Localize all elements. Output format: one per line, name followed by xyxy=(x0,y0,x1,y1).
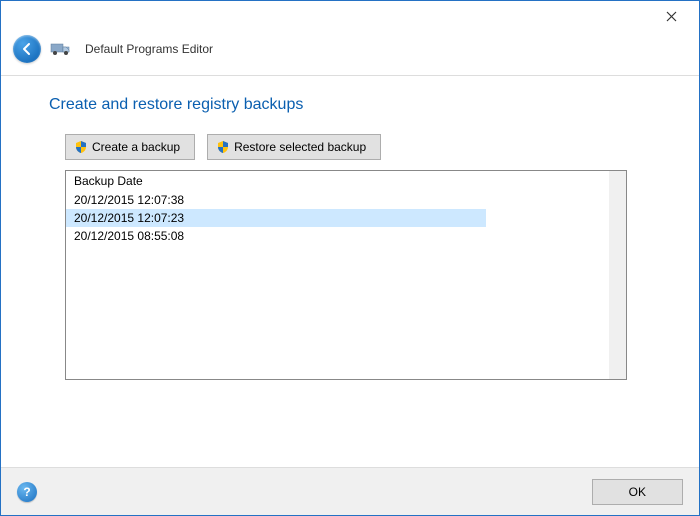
scrollbar[interactable] xyxy=(609,171,626,379)
help-icon[interactable]: ? xyxy=(17,482,37,502)
back-button[interactable] xyxy=(13,35,41,63)
shield-icon xyxy=(216,140,230,154)
app-icon xyxy=(49,37,73,61)
shield-icon xyxy=(74,140,88,154)
button-row: Create a backup Restore selected backup xyxy=(49,134,651,160)
restore-backup-button[interactable]: Restore selected backup xyxy=(207,134,381,160)
close-icon[interactable] xyxy=(651,2,691,30)
titlebar xyxy=(1,1,699,31)
list-item[interactable]: 20/12/2015 08:55:08 xyxy=(66,227,486,245)
list-item[interactable]: 20/12/2015 12:07:38 xyxy=(66,191,486,209)
footer: ? OK xyxy=(1,467,699,515)
backup-listbox[interactable]: Backup Date 20/12/2015 12:07:38 20/12/20… xyxy=(65,170,627,380)
list-item[interactable]: 20/12/2015 12:07:23 xyxy=(66,209,486,227)
content-area: Create and restore registry backups Crea… xyxy=(1,76,699,456)
create-backup-button[interactable]: Create a backup xyxy=(65,134,195,160)
restore-backup-label: Restore selected backup xyxy=(234,140,366,154)
header-bar: Default Programs Editor xyxy=(1,31,699,76)
ok-button[interactable]: OK xyxy=(592,479,683,505)
list-header: Backup Date xyxy=(66,171,609,191)
page-heading: Create and restore registry backups xyxy=(49,96,651,114)
app-title: Default Programs Editor xyxy=(85,42,213,56)
create-backup-label: Create a backup xyxy=(92,140,180,154)
